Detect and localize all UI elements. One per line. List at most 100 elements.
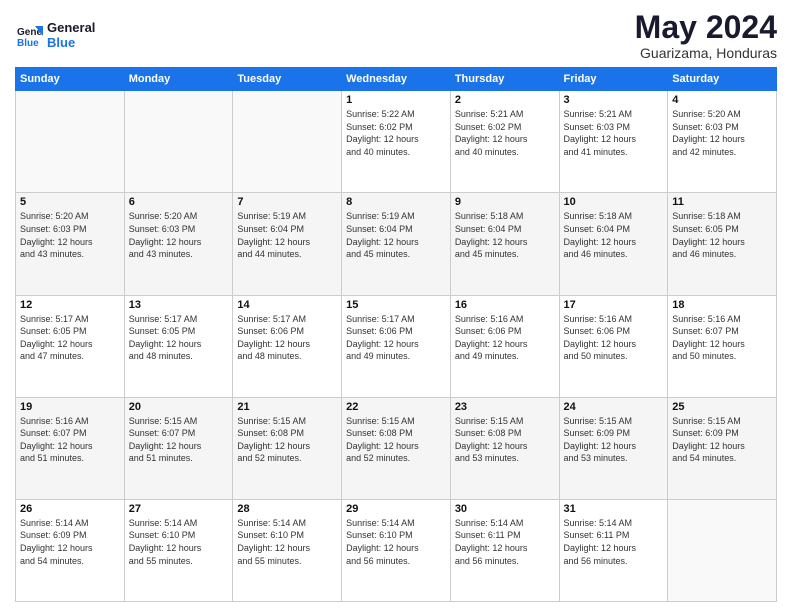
calendar-cell: 5 Sunrise: 5:20 AMSunset: 6:03 PMDaylight… <box>16 193 125 295</box>
calendar-cell: 25 Sunrise: 5:15 AMSunset: 6:09 PMDayligh… <box>668 397 777 499</box>
calendar-week-row: 1Sunrise: 5:22 AMSunset: 6:02 PMDaylight… <box>16 91 777 193</box>
day-info: Sunrise: 5:14 AMSunset: 6:10 PMDaylight:… <box>237 517 337 567</box>
calendar-cell: 31 Sunrise: 5:14 AMSunset: 6:11 PMDayligh… <box>559 499 668 601</box>
day-info: Sunrise: 5:20 AMSunset: 6:03 PMDaylight:… <box>672 108 772 158</box>
day-info: Sunrise: 5:17 AMSunset: 6:06 PMDaylight:… <box>346 313 446 363</box>
day-info: Sunrise: 5:22 AMSunset: 6:02 PMDaylight:… <box>346 108 446 158</box>
day-info: Sunrise: 5:15 AMSunset: 6:09 PMDaylight:… <box>672 415 772 465</box>
calendar-cell: 8 Sunrise: 5:19 AMSunset: 6:04 PMDaylight… <box>342 193 451 295</box>
day-number: 11 <box>672 196 772 208</box>
calendar-cell <box>16 91 125 193</box>
calendar-cell: 4 Sunrise: 5:20 AMSunset: 6:03 PMDaylight… <box>668 91 777 193</box>
day-number: 5 <box>20 196 120 208</box>
day-info: Sunrise: 5:17 AMSunset: 6:05 PMDaylight:… <box>20 313 120 363</box>
title-block: May 2024 Guarizama, Honduras <box>635 10 777 61</box>
day-info: Sunrise: 5:19 AMSunset: 6:04 PMDaylight:… <box>237 210 337 260</box>
day-number: 25 <box>672 401 772 413</box>
calendar-page: General Blue General Blue May 2024 Guari… <box>0 0 792 612</box>
day-info: Sunrise: 5:16 AMSunset: 6:06 PMDaylight:… <box>564 313 664 363</box>
day-number: 6 <box>129 196 229 208</box>
calendar-cell: 29 Sunrise: 5:14 AMSunset: 6:10 PMDayligh… <box>342 499 451 601</box>
day-number: 4 <box>672 94 772 106</box>
day-info: Sunrise: 5:18 AMSunset: 6:05 PMDaylight:… <box>672 210 772 260</box>
calendar-cell: 24Sunrise: 5:15 AMSunset: 6:09 PMDayligh… <box>559 397 668 499</box>
day-number: 18 <box>672 299 772 311</box>
day-info: Sunrise: 5:20 AMSunset: 6:03 PMDaylight:… <box>129 210 229 260</box>
day-number: 29 <box>346 503 446 515</box>
day-info: Sunrise: 5:18 AMSunset: 6:04 PMDaylight:… <box>564 210 664 260</box>
weekday-header-row: SundayMondayTuesdayWednesdayThursdayFrid… <box>16 68 777 91</box>
calendar-week-row: 26Sunrise: 5:14 AMSunset: 6:09 PMDayligh… <box>16 499 777 601</box>
calendar-cell <box>233 91 342 193</box>
calendar-cell: 12 Sunrise: 5:17 AMSunset: 6:05 PMDayligh… <box>16 295 125 397</box>
day-number: 13 <box>129 299 229 311</box>
day-number: 17 <box>564 299 664 311</box>
calendar-title: May 2024 <box>635 10 777 45</box>
day-number: 21 <box>237 401 337 413</box>
day-info: Sunrise: 5:17 AMSunset: 6:05 PMDaylight:… <box>129 313 229 363</box>
weekday-header-sunday: Sunday <box>16 68 125 91</box>
day-number: 12 <box>20 299 120 311</box>
calendar-week-row: 19 Sunrise: 5:16 AMSunset: 6:07 PMDayligh… <box>16 397 777 499</box>
day-info: Sunrise: 5:21 AMSunset: 6:03 PMDaylight:… <box>564 108 664 158</box>
day-number: 3 <box>564 94 664 106</box>
calendar-cell: 2Sunrise: 5:21 AMSunset: 6:02 PMDaylight… <box>450 91 559 193</box>
header: General Blue General Blue May 2024 Guari… <box>15 10 777 61</box>
day-info: Sunrise: 5:17 AMSunset: 6:06 PMDaylight:… <box>237 313 337 363</box>
calendar-cell: 19 Sunrise: 5:16 AMSunset: 6:07 PMDayligh… <box>16 397 125 499</box>
day-number: 16 <box>455 299 555 311</box>
day-number: 8 <box>346 196 446 208</box>
logo-icon: General Blue <box>15 22 43 50</box>
calendar-cell: 30Sunrise: 5:14 AMSunset: 6:11 PMDayligh… <box>450 499 559 601</box>
weekday-header-friday: Friday <box>559 68 668 91</box>
calendar-table: SundayMondayTuesdayWednesdayThursdayFrid… <box>15 67 777 602</box>
weekday-header-saturday: Saturday <box>668 68 777 91</box>
day-info: Sunrise: 5:20 AMSunset: 6:03 PMDaylight:… <box>20 210 120 260</box>
day-info: Sunrise: 5:15 AMSunset: 6:08 PMDaylight:… <box>346 415 446 465</box>
logo-line2: Blue <box>47 36 95 50</box>
calendar-cell: 26Sunrise: 5:14 AMSunset: 6:09 PMDayligh… <box>16 499 125 601</box>
day-info: Sunrise: 5:14 AMSunset: 6:09 PMDaylight:… <box>20 517 120 567</box>
calendar-cell: 1Sunrise: 5:22 AMSunset: 6:02 PMDaylight… <box>342 91 451 193</box>
day-number: 19 <box>20 401 120 413</box>
calendar-cell: 18 Sunrise: 5:16 AMSunset: 6:07 PMDayligh… <box>668 295 777 397</box>
day-number: 7 <box>237 196 337 208</box>
weekday-header-wednesday: Wednesday <box>342 68 451 91</box>
weekday-header-monday: Monday <box>124 68 233 91</box>
calendar-cell: 9Sunrise: 5:18 AMSunset: 6:04 PMDaylight… <box>450 193 559 295</box>
calendar-subtitle: Guarizama, Honduras <box>635 45 777 61</box>
logo-line1: General <box>47 21 95 35</box>
day-info: Sunrise: 5:14 AMSunset: 6:11 PMDaylight:… <box>564 517 664 567</box>
day-info: Sunrise: 5:16 AMSunset: 6:07 PMDaylight:… <box>20 415 120 465</box>
day-info: Sunrise: 5:15 AMSunset: 6:08 PMDaylight:… <box>455 415 555 465</box>
day-info: Sunrise: 5:15 AMSunset: 6:07 PMDaylight:… <box>129 415 229 465</box>
calendar-cell <box>124 91 233 193</box>
calendar-cell: 23 Sunrise: 5:15 AMSunset: 6:08 PMDayligh… <box>450 397 559 499</box>
calendar-cell: 21Sunrise: 5:15 AMSunset: 6:08 PMDayligh… <box>233 397 342 499</box>
day-info: Sunrise: 5:16 AMSunset: 6:06 PMDaylight:… <box>455 313 555 363</box>
day-info: Sunrise: 5:19 AMSunset: 6:04 PMDaylight:… <box>346 210 446 260</box>
weekday-header-tuesday: Tuesday <box>233 68 342 91</box>
calendar-cell: 22 Sunrise: 5:15 AMSunset: 6:08 PMDayligh… <box>342 397 451 499</box>
day-number: 22 <box>346 401 446 413</box>
day-info: Sunrise: 5:16 AMSunset: 6:07 PMDaylight:… <box>672 313 772 363</box>
calendar-cell <box>668 499 777 601</box>
calendar-week-row: 5 Sunrise: 5:20 AMSunset: 6:03 PMDaylight… <box>16 193 777 295</box>
day-info: Sunrise: 5:18 AMSunset: 6:04 PMDaylight:… <box>455 210 555 260</box>
calendar-cell: 3 Sunrise: 5:21 AMSunset: 6:03 PMDaylight… <box>559 91 668 193</box>
day-info: Sunrise: 5:14 AMSunset: 6:10 PMDaylight:… <box>129 517 229 567</box>
day-number: 28 <box>237 503 337 515</box>
day-number: 23 <box>455 401 555 413</box>
day-number: 30 <box>455 503 555 515</box>
day-info: Sunrise: 5:14 AMSunset: 6:10 PMDaylight:… <box>346 517 446 567</box>
logo: General Blue General Blue <box>15 21 95 50</box>
calendar-cell: 6 Sunrise: 5:20 AMSunset: 6:03 PMDaylight… <box>124 193 233 295</box>
day-number: 31 <box>564 503 664 515</box>
day-number: 14 <box>237 299 337 311</box>
day-number: 10 <box>564 196 664 208</box>
svg-text:Blue: Blue <box>17 38 39 49</box>
calendar-cell: 14 Sunrise: 5:17 AMSunset: 6:06 PMDayligh… <box>233 295 342 397</box>
calendar-cell: 11 Sunrise: 5:18 AMSunset: 6:05 PMDayligh… <box>668 193 777 295</box>
calendar-cell: 20Sunrise: 5:15 AMSunset: 6:07 PMDayligh… <box>124 397 233 499</box>
day-info: Sunrise: 5:21 AMSunset: 6:02 PMDaylight:… <box>455 108 555 158</box>
